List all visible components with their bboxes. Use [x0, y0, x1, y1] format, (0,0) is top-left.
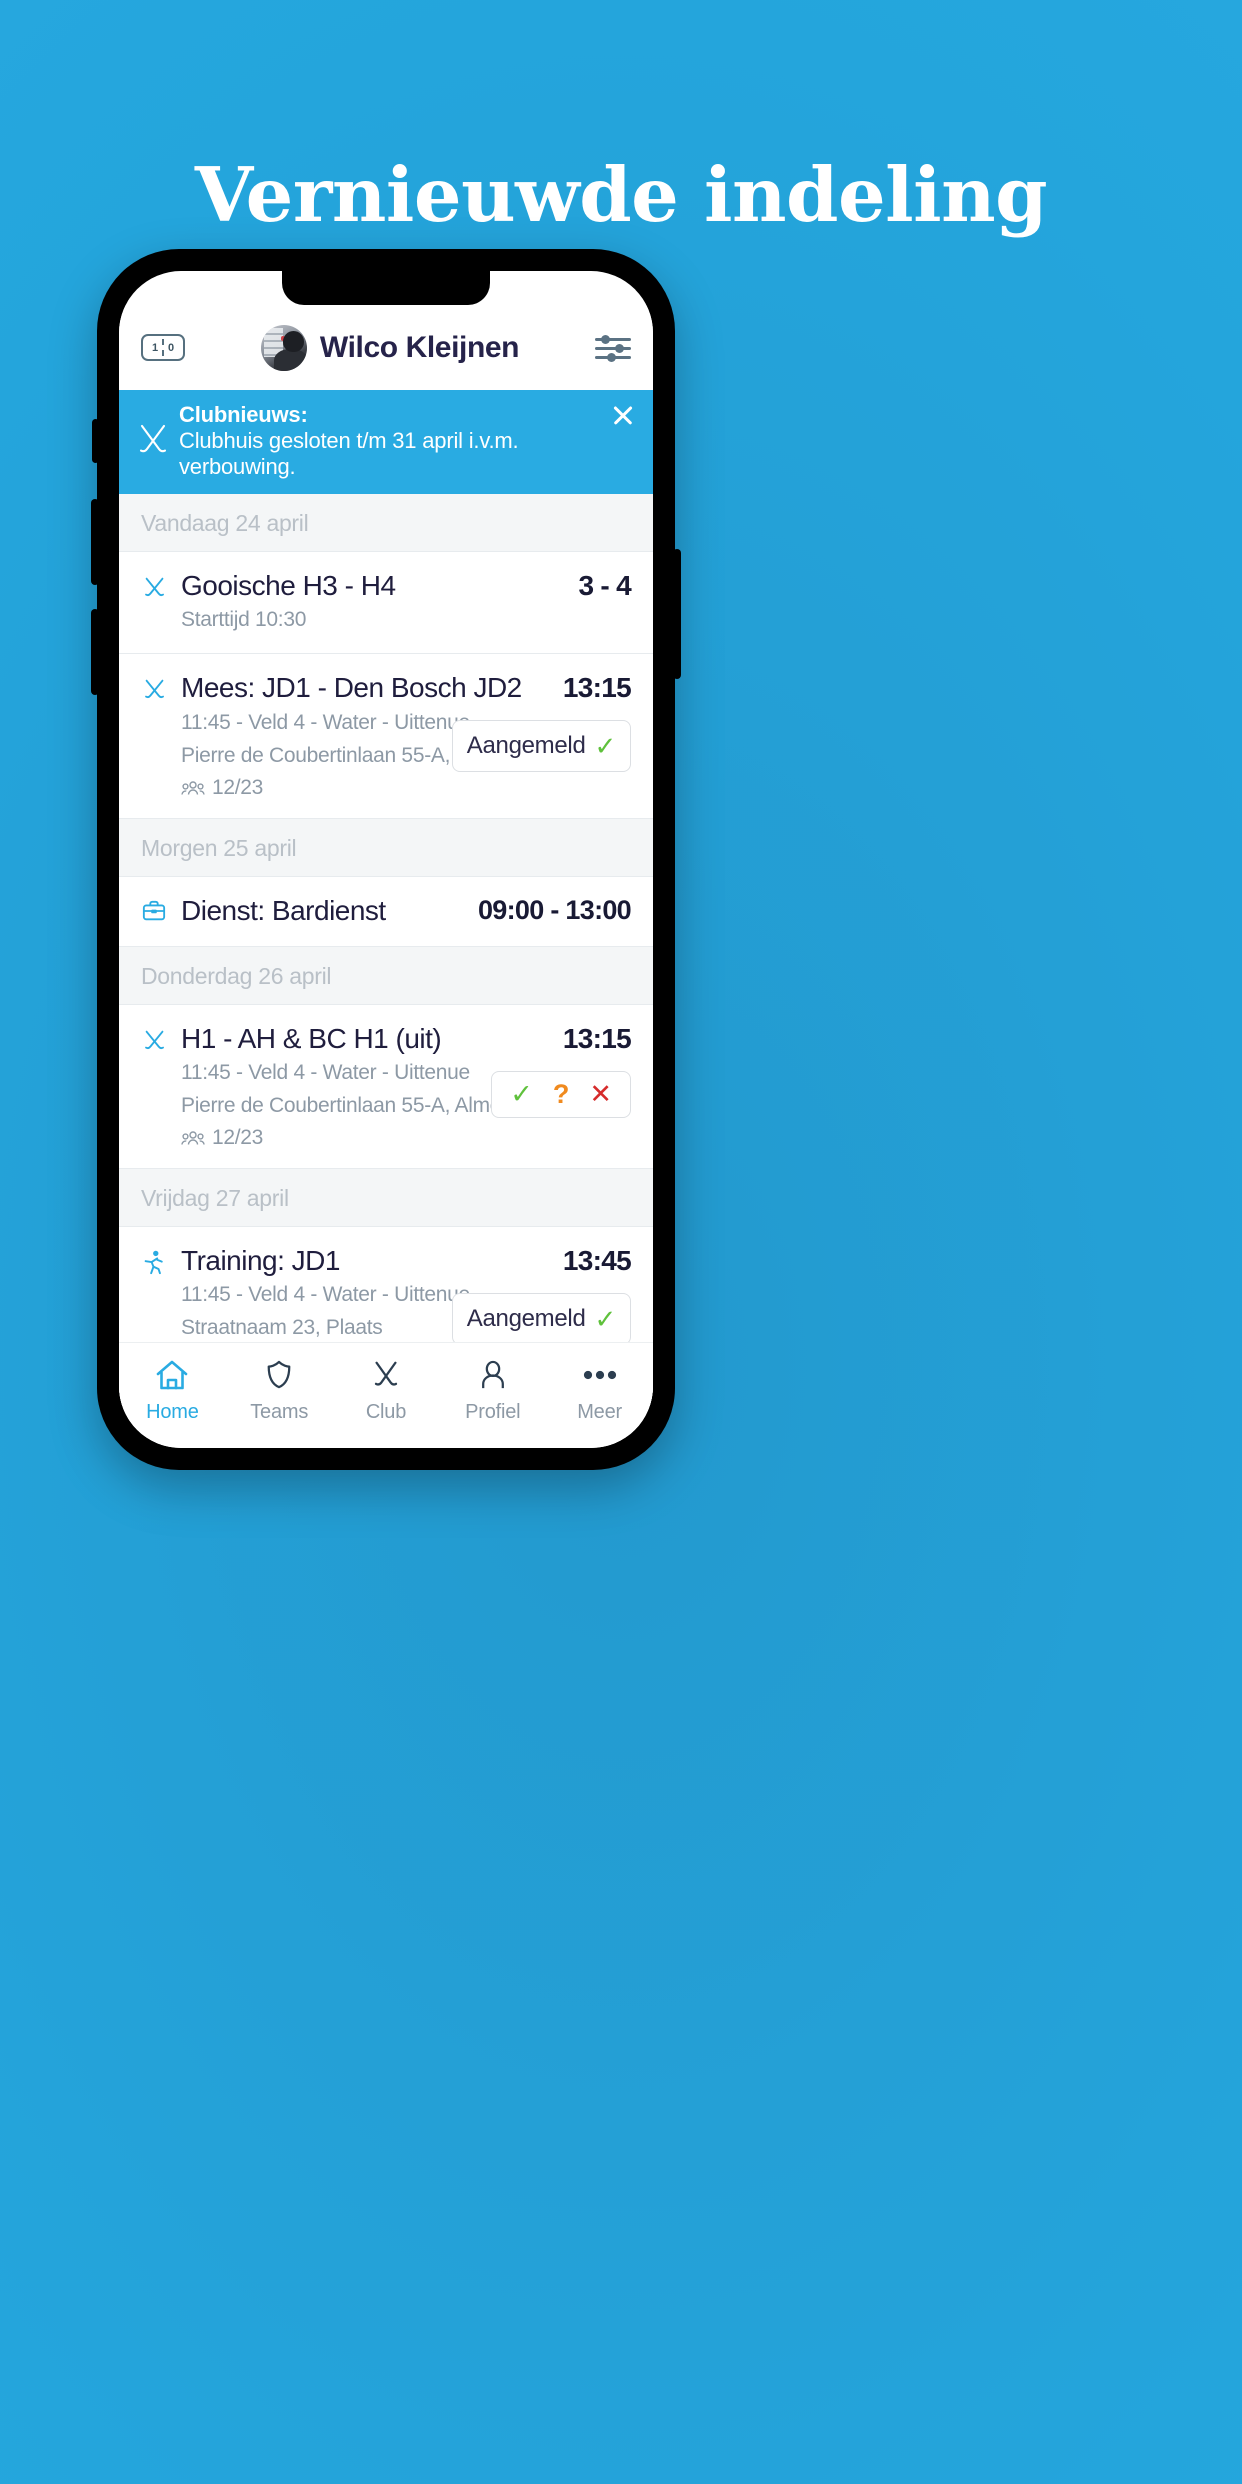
list-item[interactable]: Gooische H3 - H4 Starttijd 10:30 3 - 4 — [119, 551, 653, 655]
tab-meer[interactable]: Meer — [546, 1355, 653, 1424]
banner-text: Clubnieuws: Clubhuis gesloten t/m 31 apr… — [175, 402, 607, 480]
shield-icon — [265, 1355, 293, 1395]
user-name: Wilco Kleijnen — [319, 330, 520, 364]
briefcase-icon — [141, 895, 181, 928]
banner-title: Clubnieuws: — [179, 402, 308, 427]
app-header: 1 0 Wilco Kleijnen — [119, 305, 653, 390]
scoreboard-icon[interactable]: 1 0 — [141, 334, 185, 361]
event-details: H1 - AH & BC H1 (uit) 11:45 - Veld 4 - W… — [181, 1022, 520, 1150]
home-icon — [155, 1355, 189, 1395]
tab-profiel[interactable]: Profiel — [439, 1355, 546, 1424]
bottom-navigation: Home Teams Club Profiel Meer — [119, 1342, 653, 1448]
rsvp-group[interactable]: ✓ ? ✕ — [491, 1070, 631, 1118]
event-details: Gooische H3 - H4 Starttijd 10:30 — [181, 570, 473, 636]
list-item[interactable]: H1 - AH & BC H1 (uit) 11:45 - Veld 4 - W… — [119, 1004, 653, 1169]
event-title: Mees: JD1 - Den Bosch JD2 — [181, 672, 522, 704]
sliders-icon[interactable] — [595, 333, 631, 363]
day-header: Vrijdag 27 april — [119, 1168, 653, 1227]
tab-teams[interactable]: Teams — [226, 1355, 333, 1424]
rsvp-maybe-icon[interactable]: ? — [553, 1080, 570, 1108]
event-details: Mees: JD1 - Den Bosch JD2 11:45 - Veld 4… — [181, 672, 522, 800]
event-time: 13:45 — [562, 1244, 632, 1276]
ellipsis-icon — [583, 1355, 617, 1395]
crossed-hockey-sticks-icon — [370, 1355, 402, 1395]
agenda-list: Vandaag 24 april Gooische H3 - H4 Startt… — [119, 493, 653, 1445]
list-item[interactable]: Mees: JD1 - Den Bosch JD2 11:45 - Veld 4… — [119, 654, 653, 819]
day-header: Vandaag 24 april — [119, 493, 653, 552]
close-icon[interactable] — [607, 400, 637, 430]
tab-label: Home — [146, 1401, 199, 1423]
volume-up-button — [91, 499, 99, 585]
tab-club[interactable]: Club — [333, 1355, 440, 1424]
event-subline: 11:45 - Veld 4 - Water - Uittenue — [181, 1282, 470, 1306]
event-title: Gooische H3 - H4 — [181, 569, 396, 601]
tab-home[interactable]: Home — [119, 1355, 226, 1424]
scoreboard-away: 0 — [167, 341, 175, 354]
list-item[interactable]: Dienst: Bardienst 09:00 - 13:00 — [119, 876, 653, 947]
event-time: 09:00 - 13:00 — [477, 894, 632, 925]
header-user[interactable]: Wilco Kleijnen — [185, 324, 595, 371]
day-header: Donderdag 26 april — [119, 946, 653, 1005]
rsvp-yes-icon[interactable]: ✓ — [510, 1080, 533, 1108]
event-time: 13:15 — [562, 1022, 632, 1054]
check-icon: ✓ — [594, 731, 617, 762]
aangemeld-button[interactable]: Aangemeld ✓ — [451, 1292, 631, 1345]
event-details: Dienst: Bardienst — [181, 895, 473, 928]
phone-screen: 1 0 Wilco Kleijnen Clubnieuws: Clubhuis … — [119, 271, 653, 1448]
phone-mockup: 1 0 Wilco Kleijnen Clubnieuws: Clubhuis … — [91, 249, 681, 1470]
tab-label: Teams — [250, 1401, 309, 1423]
event-score: 3 - 4 — [578, 569, 631, 601]
event-meta: 09:00 - 13:00 — [473, 894, 632, 928]
event-time: 13:15 — [562, 672, 632, 704]
person-icon — [479, 1355, 507, 1395]
people-icon — [181, 1130, 205, 1145]
page-title: Vernieuwde indeling — [194, 151, 1048, 239]
crossed-hockey-sticks-icon — [141, 1023, 181, 1150]
aangemeld-label: Aangemeld — [466, 732, 586, 760]
event-title: Training: JD1 — [181, 1244, 340, 1276]
attendance-count: 12/23 — [212, 1125, 264, 1149]
club-news-banner[interactable]: Clubnieuws: Clubhuis gesloten t/m 31 apr… — [119, 390, 653, 494]
avatar[interactable] — [260, 324, 307, 371]
day-header: Morgen 25 april — [119, 818, 653, 877]
tab-label: Meer — [577, 1401, 622, 1423]
event-meta: 3 - 4 — [473, 570, 631, 636]
mute-switch — [92, 419, 99, 463]
power-button — [673, 549, 681, 679]
crossed-hockey-sticks-icon — [135, 422, 171, 460]
check-icon: ✓ — [594, 1303, 617, 1334]
crossed-hockey-sticks-icon — [141, 570, 181, 636]
tab-label: Club — [365, 1401, 407, 1423]
event-location: Pierre de Coubertinlaan 55-A, Almere — [181, 1094, 520, 1118]
aangemeld-label: Aangemeld — [466, 1304, 586, 1332]
event-meta: 13:15 ✓ ? ✕ — [473, 1022, 632, 1150]
aangemeld-button[interactable]: Aangemeld ✓ — [451, 720, 631, 773]
event-location: Straatnaam 23, Plaats — [181, 1316, 383, 1340]
event-subline: 11:45 - Veld 4 - Water - Uittenue — [181, 1060, 470, 1084]
notch — [282, 271, 490, 305]
crossed-hockey-sticks-icon — [141, 672, 181, 799]
people-icon — [181, 780, 205, 795]
scoreboard-home: 1 — [151, 341, 159, 354]
volume-down-button — [91, 609, 99, 695]
banner-body: Clubhuis gesloten t/m 31 april i.v.m. ve… — [179, 427, 519, 479]
event-subline: 11:45 - Veld 4 - Water - Uittenue — [181, 710, 470, 734]
scoreboard-divider — [162, 339, 164, 356]
attendance-count: 12/23 — [212, 775, 264, 799]
attendance: 12/23 — [181, 776, 442, 800]
rsvp-no-icon[interactable]: ✕ — [589, 1080, 612, 1108]
event-title: H1 - AH & BC H1 (uit) — [181, 1022, 442, 1054]
event-title: Dienst: Bardienst — [181, 894, 386, 926]
tab-label: Profiel — [465, 1401, 521, 1423]
event-location: Pierre de Coubertinlaan 55-A, Almere — [181, 744, 520, 768]
event-subline: Starttijd 10:30 — [181, 608, 307, 632]
attendance: 12/23 — [181, 1126, 463, 1150]
event-meta: 13:15 Aangemeld ✓ — [451, 672, 632, 799]
